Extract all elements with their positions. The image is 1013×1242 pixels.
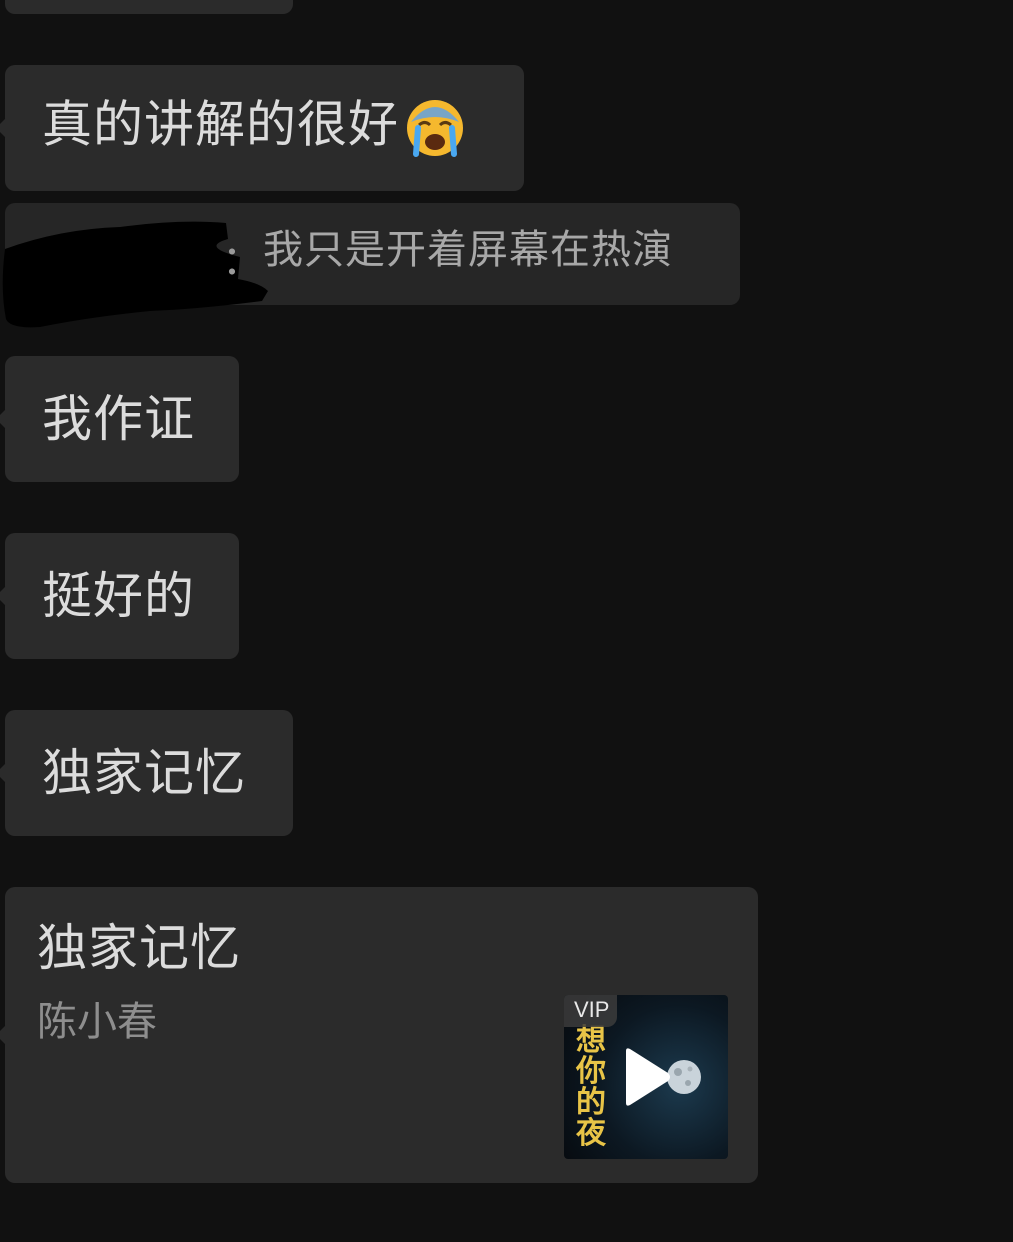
message-bubble[interactable]: 我作证	[0, 356, 239, 482]
song-title: 独家记忆	[37, 919, 241, 977]
song-artist: 陈小春	[37, 999, 157, 1045]
vip-badge: VIP	[564, 995, 618, 1027]
album-cover[interactable]: 想你的夜 VIP	[564, 995, 728, 1159]
message-text: 独家记忆	[42, 744, 246, 802]
quote-separator: ：	[222, 238, 262, 284]
message-text: 挺好的	[42, 567, 195, 625]
message-bubble[interactable]: 独家记忆	[0, 710, 293, 836]
message-text: 真的讲解的很好	[42, 98, 465, 158]
message-bubble[interactable]: 真的讲解的很好	[0, 65, 524, 191]
crying-face-icon	[407, 100, 463, 157]
message-text: 我作证	[42, 390, 195, 448]
quote-text: 我只是开着屏幕在热演	[263, 227, 673, 273]
cover-text: 想你的夜	[576, 1023, 606, 1151]
previous-message-bubble[interactable]	[5, 0, 293, 14]
play-icon[interactable]	[624, 1047, 704, 1107]
message-bubble[interactable]: 挺好的	[0, 533, 239, 659]
music-share-card[interactable]: 独家记忆 陈小春 想你的夜 VIP	[0, 887, 758, 1183]
